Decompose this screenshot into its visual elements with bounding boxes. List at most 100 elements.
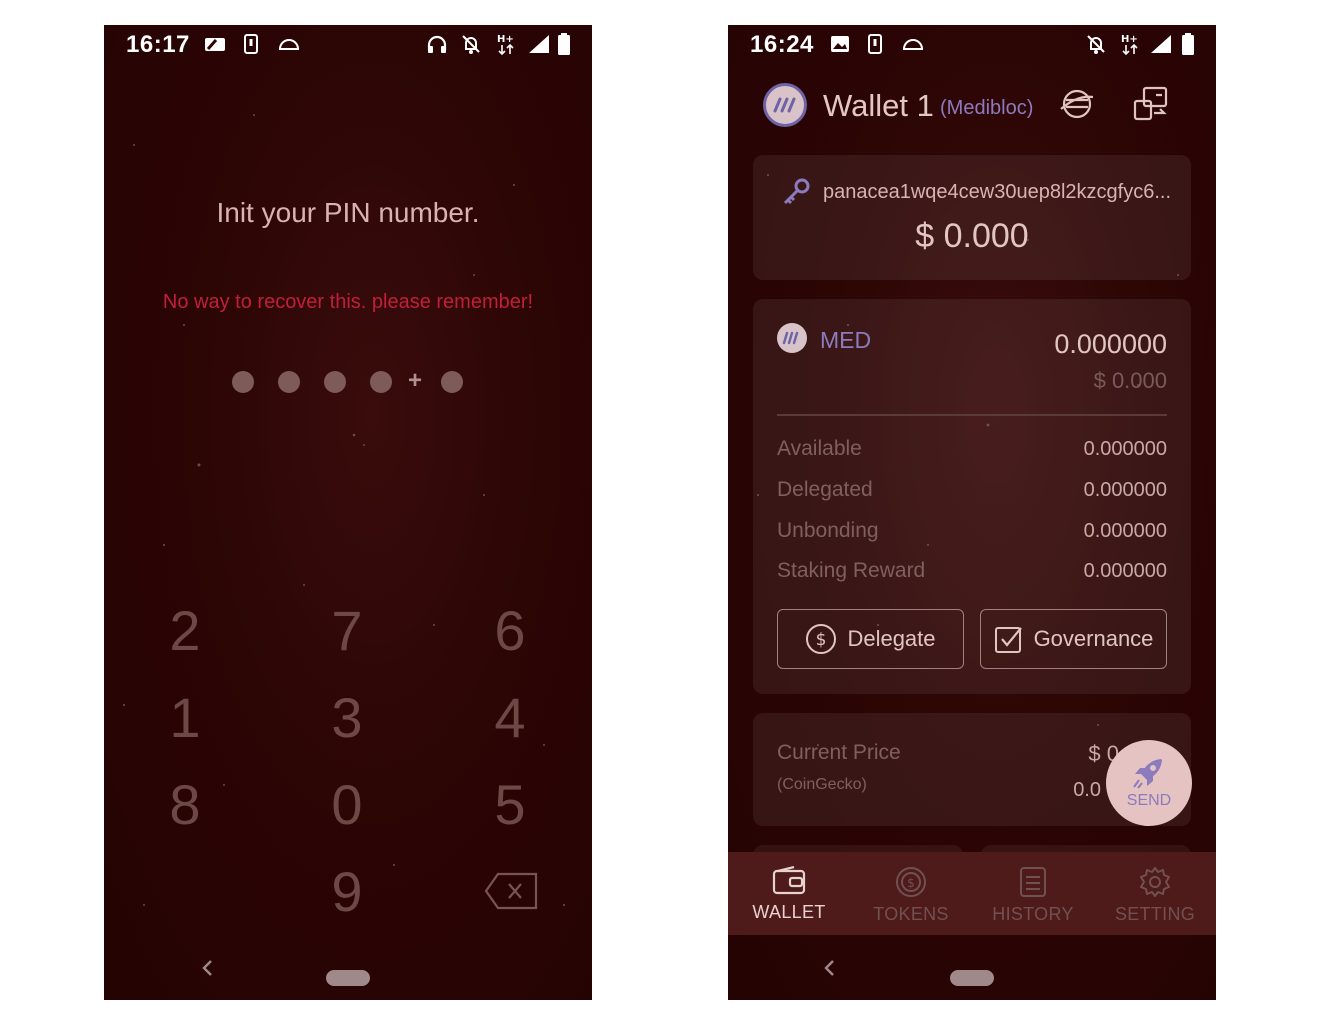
bottom-tab-bar: WALLET $ TOKENS HISTORY SETTING (728, 852, 1216, 935)
tab-tokens[interactable]: $ TOKENS (850, 852, 972, 935)
pin-dot (232, 371, 254, 393)
tab-history-label: HISTORY (992, 904, 1074, 924)
delegated-label: Delegated (777, 478, 873, 501)
sync-cloud-icon (278, 33, 300, 55)
wallet-address[interactable]: panacea1wqe4cew30uep8l2kzcgfyc6... (823, 181, 1171, 204)
home-button[interactable] (326, 970, 370, 986)
governance-label: Governance (1033, 626, 1154, 651)
headphones-icon (426, 33, 448, 55)
home-button[interactable] (950, 970, 994, 986)
coin-icon: $ (896, 867, 926, 897)
svg-text:$: $ (907, 876, 915, 890)
tab-setting-label: SETTING (1114, 904, 1196, 924)
wallet-icon (772, 866, 806, 895)
signal-icon (528, 33, 550, 55)
status-time: 16:17 (126, 31, 190, 58)
token-usd-value: $ 0.000 (1093, 368, 1167, 393)
staking-reward-label: Staking Reward (777, 559, 926, 582)
send-label: SEND (1126, 792, 1172, 809)
dollar-circle-icon: $ (806, 624, 837, 654)
signal-icon (1150, 33, 1172, 55)
svg-text:$: $ (816, 630, 827, 650)
divider (777, 414, 1167, 416)
staking-reward-value: 0.000000 (1083, 560, 1167, 582)
available-value: 0.000000 (1083, 438, 1167, 460)
token-name: MED (820, 327, 872, 353)
tab-wallet-label: WALLET (752, 902, 826, 922)
pin-title: Init your PIN number. (216, 197, 480, 228)
send-button[interactable]: SEND (1106, 740, 1192, 826)
governance-button[interactable]: Governance (980, 609, 1167, 669)
wallet-network: (Medibloc) (940, 97, 1034, 119)
key-2[interactable]: 2 (130, 591, 240, 671)
pin-dot (324, 371, 346, 393)
key-0[interactable]: 0 (292, 765, 402, 845)
tab-wallet[interactable]: WALLET (728, 852, 850, 935)
key-icon (783, 178, 810, 205)
pin-dot (441, 371, 463, 393)
svg-text:H+: H+ (1121, 34, 1138, 45)
wallet-screen: 16:24 H+ Wallet 1 (Medibloc) panacea1wqe… (728, 25, 1216, 1000)
checkbox-icon (994, 627, 1022, 653)
key-8[interactable]: 8 (130, 765, 240, 845)
backspace-icon (484, 872, 538, 910)
address-card: panacea1wqe4cew30uep8l2kzcgfyc6... $ 0.0… (753, 155, 1191, 280)
sync-cloud-icon (902, 33, 924, 55)
delegate-button[interactable]: $ Delegate (777, 609, 964, 669)
pin-warning: No way to recover this. please remember! (162, 291, 534, 313)
current-price-label: Current Price (777, 741, 901, 764)
key-9[interactable]: 9 (292, 852, 402, 932)
key-5[interactable]: 5 (455, 765, 565, 845)
pin-setup-screen: 16:17 H+ Init your PIN number. No way to… (104, 25, 592, 1000)
backspace-button[interactable] (484, 872, 544, 912)
tab-setting[interactable]: SETTING (1094, 852, 1216, 935)
price-value: 0.0 (1073, 779, 1101, 801)
key-3[interactable]: 3 (292, 678, 402, 758)
wallet-header: Wallet 1 (Medibloc) (728, 80, 1216, 140)
pin-plus: + (408, 367, 423, 394)
hplus-data-icon: H+ (497, 33, 517, 55)
switch-wallet-icon[interactable] (1132, 85, 1170, 123)
phone-status-icon (868, 33, 882, 55)
token-amount: 0.000000 (1054, 329, 1167, 359)
medibloc-logo-icon (773, 97, 796, 113)
key-6[interactable]: 6 (455, 591, 565, 671)
explorer-icon[interactable] (1058, 85, 1096, 123)
mute-bell-icon (460, 33, 482, 55)
notification-icon (204, 33, 226, 55)
back-icon[interactable] (200, 959, 216, 977)
system-nav-bar (104, 935, 592, 1000)
system-nav-bar (728, 935, 1216, 1000)
available-label: Available (777, 437, 862, 460)
back-icon[interactable] (822, 959, 838, 977)
image-notification-icon (830, 33, 850, 55)
unbonding-value: 0.000000 (1083, 520, 1167, 542)
pin-dot (278, 371, 300, 393)
pin-indicator: + (232, 367, 468, 395)
medibloc-logo (763, 83, 807, 127)
battery-icon (1182, 33, 1194, 55)
hplus-data-icon: H+ (1121, 33, 1141, 55)
price-source: (CoinGecko) (777, 776, 867, 793)
med-token-icon (777, 323, 807, 353)
status-bar: 16:17 H+ (104, 25, 592, 65)
wallet-name[interactable]: Wallet 1 (823, 88, 934, 124)
tab-tokens-label: TOKENS (873, 904, 949, 924)
token-card: MED 0.000000 $ 0.000 Available 0.000000 … (753, 299, 1191, 694)
tab-history[interactable]: HISTORY (972, 852, 1094, 935)
rocket-icon (1133, 759, 1162, 789)
delegated-value: 0.000000 (1083, 479, 1167, 501)
status-bar: 16:24 H+ (728, 25, 1216, 65)
gear-icon (1140, 867, 1170, 897)
key-4[interactable]: 4 (455, 678, 565, 758)
mute-bell-icon (1085, 33, 1107, 55)
list-icon (1020, 867, 1046, 897)
battery-icon (558, 33, 570, 55)
key-1[interactable]: 1 (130, 678, 240, 758)
total-balance: $ 0.000 (915, 217, 1029, 255)
unbonding-label: Unbonding (777, 519, 879, 542)
delegate-label: Delegate (847, 626, 936, 651)
status-time: 16:24 (750, 31, 814, 58)
phone-status-icon (244, 33, 258, 55)
key-7[interactable]: 7 (292, 591, 402, 671)
